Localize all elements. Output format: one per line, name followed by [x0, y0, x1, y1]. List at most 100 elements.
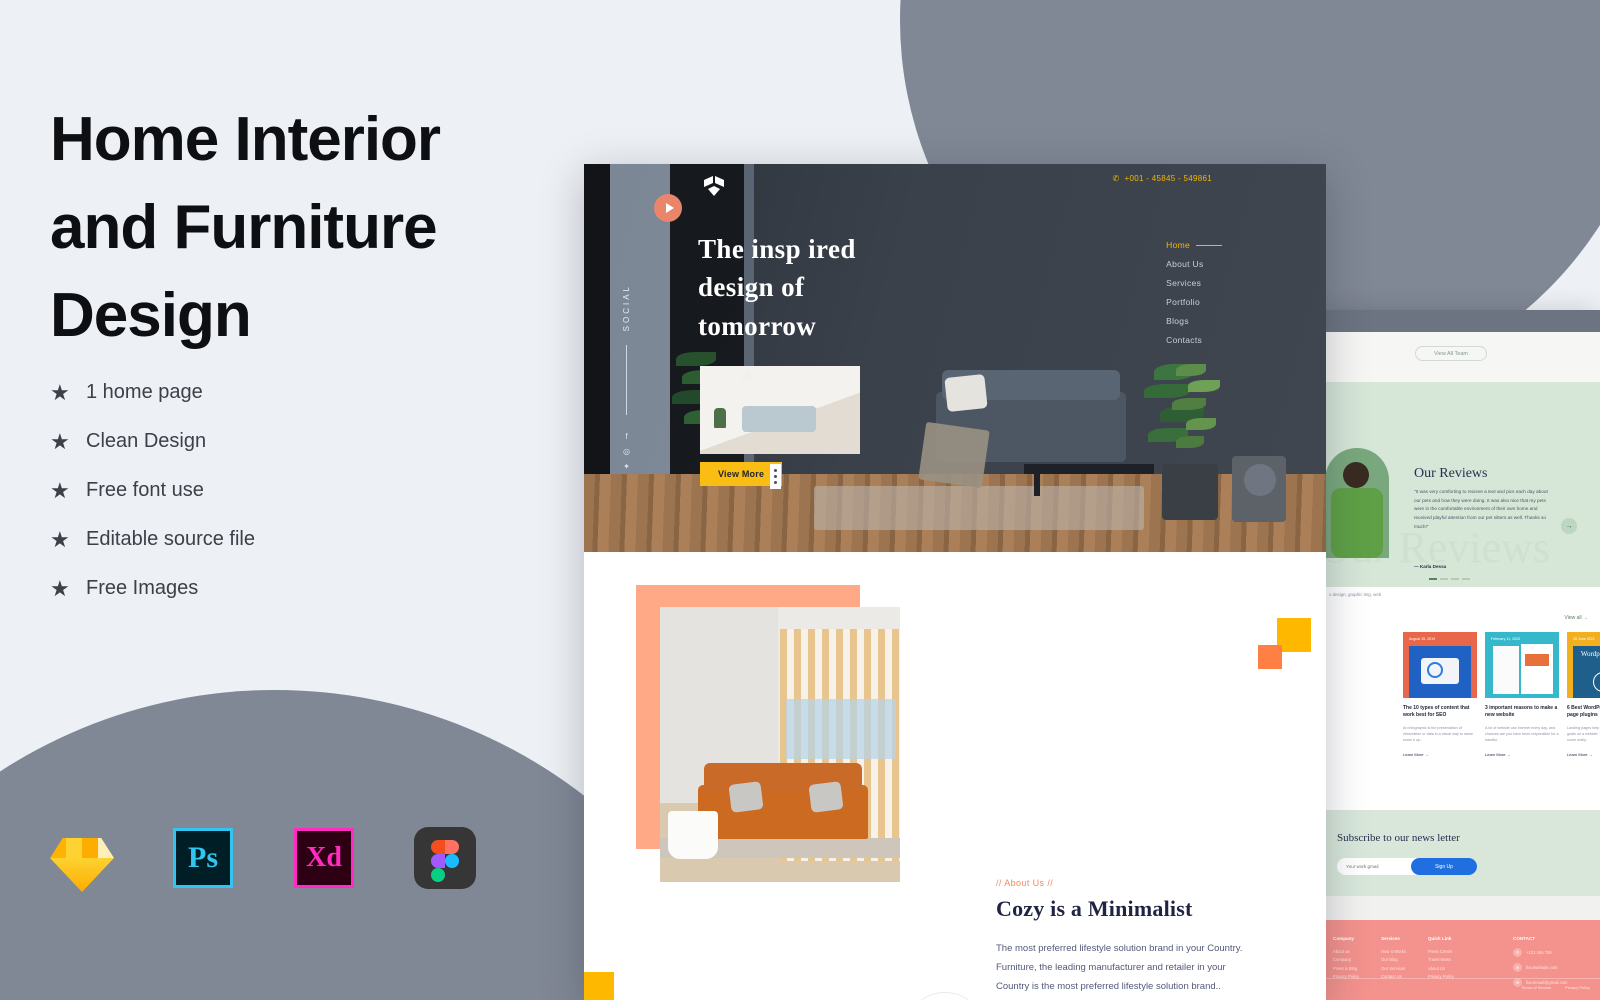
feature-label: 1 home page	[86, 381, 203, 403]
hero-decor-orb	[1244, 464, 1276, 496]
star-icon: ★	[50, 379, 70, 405]
blog-view-all-link[interactable]: View all →	[1564, 615, 1588, 621]
facebook-icon[interactable]: f	[625, 432, 627, 441]
nav-item-about-us[interactable]: About Us	[1166, 259, 1203, 269]
feature-label: Free Images	[86, 577, 199, 599]
section-spacer	[1325, 896, 1600, 920]
reviewer-photo	[1325, 448, 1389, 558]
footer-link[interactable]: Our Services	[1381, 965, 1406, 973]
reviews-section: Our Reviews	[1325, 382, 1600, 587]
about-title: Cozy is a Minimalist	[996, 896, 1193, 921]
figma-icon	[409, 822, 481, 894]
feature-label: Editable source file	[86, 528, 255, 550]
hero-coffee-table	[1024, 464, 1154, 496]
blog-card-title: 3 important reasons to make a new websit…	[1485, 705, 1558, 719]
hero-phone-number: +001 - 45845 - 549861	[1124, 174, 1212, 183]
footer-link[interactable]: Company	[1333, 956, 1359, 964]
globe-icon: ⊕	[1513, 963, 1522, 972]
footer-link[interactable]: How It Works	[1381, 948, 1406, 956]
blog-card-text: An infographic is the presentation of in…	[1403, 725, 1474, 743]
hero-throw-blanket	[918, 421, 990, 489]
adobe-xd-label: Xd	[294, 828, 354, 888]
newsletter-title: Subscribe to our news letter	[1337, 832, 1460, 844]
list-item[interactable]: 28 June 2021 Wordpress plugins 6 Best Wo…	[1567, 632, 1600, 761]
newsletter-section: Subscribe to our news letter Sign Up	[1325, 810, 1600, 896]
instagram-icon[interactable]: ◎	[623, 447, 630, 456]
footer-link[interactable]: Press & Blog	[1333, 965, 1359, 973]
nav-item-blogs[interactable]: Blogs	[1166, 316, 1189, 326]
blog-card-list: August 15, 2019 The 10 types of content …	[1403, 632, 1600, 761]
hero-rug	[814, 486, 1144, 530]
privacy-policy-link[interactable]: Privacy Policy	[1565, 985, 1590, 990]
blog-card-date: February 11, 2020	[1491, 637, 1521, 641]
about-eyebrow: // About Us //	[996, 878, 1054, 888]
footer-column-heading: Services	[1381, 936, 1400, 941]
blog-card-image: February 11, 2020	[1485, 632, 1559, 698]
secondary-top-strip	[1325, 310, 1600, 332]
hero-carousel-dots[interactable]	[770, 464, 781, 489]
review-carousel-dots[interactable]	[1429, 578, 1470, 580]
hero-video-card[interactable]	[700, 366, 860, 454]
blog-card-image: August 15, 2019	[1403, 632, 1477, 698]
footer-column-heading: Company	[1333, 936, 1354, 941]
footer-link[interactable]: Press Center	[1428, 948, 1454, 956]
list-item[interactable]: February 11, 2020 3 important reasons to…	[1485, 632, 1559, 761]
decor-square-yellow	[1277, 618, 1311, 652]
blog-card-image: 28 June 2021 Wordpress plugins	[1567, 632, 1600, 698]
secondary-mockup-preview: View All Team Our Reviews Our Reviews "I…	[1325, 310, 1600, 1000]
promo-panel: Home Interior and Furniture Design ★ 1 h…	[0, 0, 560, 1000]
list-item[interactable]: August 15, 2019 The 10 types of content …	[1403, 632, 1477, 761]
contact-website-row[interactable]: ⊕ fiourwebsite.com	[1513, 963, 1568, 972]
footer-link[interactable]: About Us	[1428, 965, 1454, 973]
blog-subtitle: o design, graphic ting, web	[1329, 592, 1382, 597]
hero-headline: The insp ired design of tomorrow	[698, 234, 856, 341]
blog-card-title: 6 Best WordPress landing page plugins	[1567, 705, 1600, 719]
hero-navigation: Home About Us Services Portfolio Blogs C…	[1166, 240, 1222, 345]
review-author: — Karla Dessa	[1414, 564, 1447, 569]
brand-logo-icon[interactable]	[700, 174, 728, 198]
blog-card-learn-more[interactable]: Learn More →	[1567, 752, 1593, 757]
list-item: ★ Editable source file	[50, 515, 255, 564]
decor-square-orange	[1258, 645, 1282, 669]
about-copy-block: // About Us // Cozy is a Minimalist The …	[996, 878, 1246, 1000]
about-body-text: The most preferred lifestyle solution br…	[996, 943, 1243, 992]
blog-card-learn-more[interactable]: Learn More →	[1485, 752, 1511, 757]
twitter-icon[interactable]: ✦	[623, 462, 630, 471]
nav-item-services[interactable]: Services	[1166, 278, 1201, 288]
contact-phone-row[interactable]: ✆ +123 456 789	[1513, 948, 1568, 957]
star-icon: ★	[50, 428, 70, 454]
footer-link[interactable]: Our Blog	[1381, 956, 1406, 964]
footer-section: Company About us Company Press & Blog Pr…	[1325, 920, 1600, 1000]
blog-card-learn-more[interactable]: Learn More →	[1403, 752, 1429, 757]
terms-of-service-link[interactable]: Terms of Service	[1521, 985, 1551, 990]
hero-vase-plant	[1170, 360, 1222, 464]
hero-phone-block[interactable]: ✆ +001 - 45845 - 549861	[1113, 174, 1213, 183]
review-quote: "It was very comforting to recieve a tex…	[1414, 489, 1548, 529]
contact-value: fiourwebsite.com	[1526, 965, 1558, 970]
hero-cushion	[944, 374, 988, 412]
nav-item-home[interactable]: Home	[1166, 240, 1222, 250]
blog-card-date: 28 June 2021	[1573, 637, 1595, 641]
nav-item-portfolio[interactable]: Portfolio	[1166, 297, 1200, 307]
footer-columns: Company About us Company Press & Blog Pr…	[1333, 936, 1454, 982]
adobe-xd-icon: Xd	[288, 822, 360, 894]
social-label: SOCIAL	[622, 284, 631, 332]
star-icon: ★	[50, 477, 70, 503]
footer-link[interactable]: About us	[1333, 948, 1359, 956]
arrow-right-icon[interactable]: →	[1561, 518, 1577, 534]
view-all-team-button[interactable]: View All Team	[1415, 346, 1487, 361]
blog-card-cover-title: Wordpress plugins	[1580, 650, 1600, 658]
blog-card-date: August 15, 2019	[1409, 637, 1436, 641]
hero-section: ✆ +001 - 45845 - 549861 SOCIAL f ◎ ✦ The…	[584, 164, 1326, 552]
nav-item-contacts[interactable]: Contacts	[1166, 335, 1202, 345]
photoshop-label: Ps	[173, 828, 233, 888]
footer-link[interactable]: Travel News	[1428, 956, 1454, 964]
phone-icon: ✆	[1112, 174, 1120, 183]
list-item: ★ Clean Design	[50, 417, 255, 466]
play-icon[interactable]	[654, 194, 682, 222]
blog-card-text: A lot of website use internet every day,…	[1485, 725, 1559, 743]
newsletter-email-input[interactable]	[1337, 864, 1411, 869]
signup-button[interactable]: Sign Up	[1411, 858, 1477, 875]
footer-column-heading: Quick Link	[1427, 936, 1452, 941]
hero-social-rail: SOCIAL f ◎ ✦	[622, 284, 631, 474]
